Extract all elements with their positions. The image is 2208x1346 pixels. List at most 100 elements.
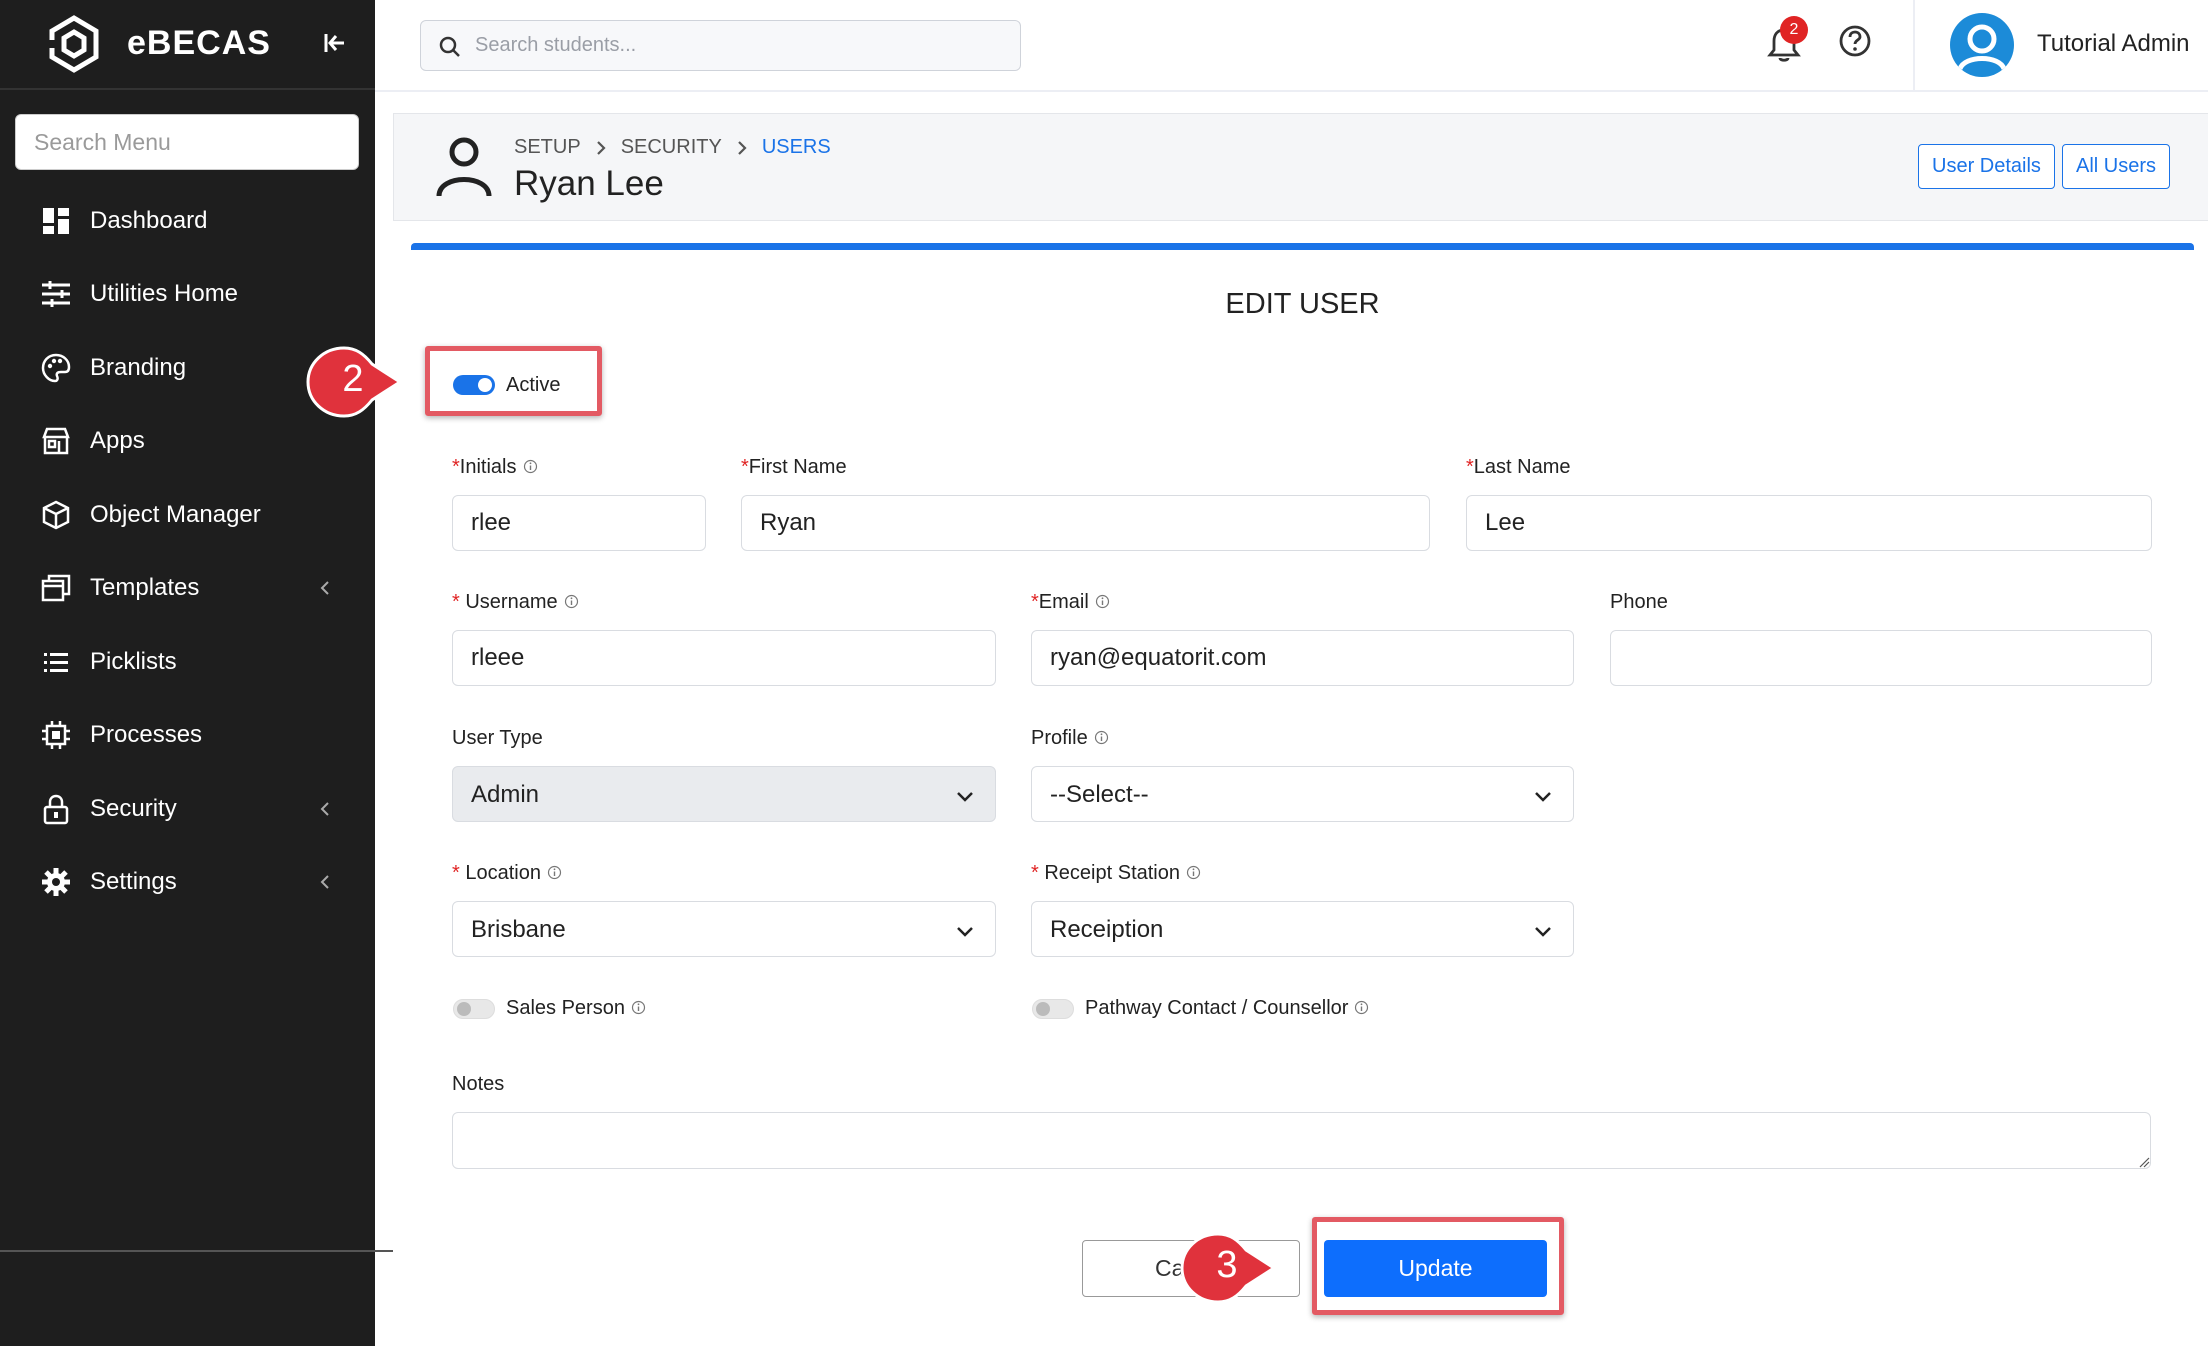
sidebar-item-label: Utilities Home <box>90 280 239 308</box>
chevron-down-icon <box>1535 792 1551 802</box>
info-icon <box>547 865 562 880</box>
chip-icon <box>42 721 70 750</box>
breadcrumb-users[interactable]: USERS <box>762 136 831 159</box>
sidebar-item-dashboard[interactable]: Dashboard <box>0 184 375 258</box>
sidebar: eBECAS Dashboard Utilities Home Branding… <box>0 0 393 1346</box>
form-title: EDIT USER <box>1225 288 1380 320</box>
first-name-input[interactable] <box>741 495 1430 551</box>
email-label: *Email <box>1031 591 1110 614</box>
ebecas-logo-icon <box>48 15 99 73</box>
sidebar-item-utilities-home[interactable]: Utilities Home <box>0 258 375 332</box>
location-value: Brisbane <box>471 916 566 943</box>
page-title: Ryan Lee <box>514 164 664 203</box>
phone-input[interactable] <box>1610 630 2152 686</box>
info-icon <box>1186 865 1201 880</box>
sidebar-item-label: Security <box>90 794 177 822</box>
sidebar-item-processes[interactable]: Processes <box>0 699 375 773</box>
page-header: SETUP SECURITY USERS Ryan Lee User Detai… <box>393 113 2208 221</box>
user-type-select[interactable]: Admin <box>452 766 996 822</box>
username-input[interactable] <box>452 630 996 686</box>
active-highlight-box <box>425 346 602 416</box>
initials-label: *Initials <box>452 456 538 479</box>
chevron-left-icon <box>320 875 329 889</box>
sliders-icon <box>42 281 70 308</box>
sidebar-menu: Dashboard Utilities Home Branding Apps O… <box>0 184 375 919</box>
info-icon <box>564 594 578 609</box>
pathway-contact-toggle[interactable] <box>1032 999 1074 1019</box>
sidebar-item-label: Settings <box>90 868 177 896</box>
step-number-3: 3 <box>1216 1244 1238 1286</box>
collapse-sidebar-icon[interactable] <box>318 26 352 60</box>
chevron-down-icon <box>957 927 973 937</box>
user-details-button[interactable]: User Details <box>1918 144 2055 189</box>
topbar-divider <box>1913 0 1915 92</box>
student-search[interactable] <box>420 20 1021 71</box>
sales-person-toggle[interactable] <box>453 999 495 1019</box>
info-icon <box>523 459 537 474</box>
chevron-down-icon <box>957 792 973 802</box>
user-avatar-icon <box>1957 24 2007 71</box>
sidebar-item-label: Object Manager <box>90 500 261 528</box>
current-user-name[interactable]: Tutorial Admin <box>2037 30 2190 58</box>
phone-label: Phone <box>1610 591 1668 613</box>
gear-icon <box>42 868 70 897</box>
top-bar: 2 Tutorial Admin <box>375 0 2208 92</box>
windows-icon <box>41 575 71 602</box>
brand-bar: eBECAS <box>0 0 375 90</box>
info-icon <box>1095 594 1109 609</box>
chevron-left-icon <box>320 802 329 816</box>
last-name-label: *Last Name <box>1466 456 1571 478</box>
user-icon <box>436 137 492 197</box>
chevron-down-icon <box>1535 927 1551 937</box>
avatar[interactable] <box>1950 13 2014 77</box>
palette-icon <box>41 353 71 383</box>
info-icon <box>631 1000 646 1015</box>
sidebar-item-settings[interactable]: Settings <box>0 846 375 920</box>
first-name-label: *First Name <box>741 456 847 478</box>
info-icon <box>1355 1000 1369 1015</box>
chevron-left-icon <box>320 581 329 595</box>
notes-textarea[interactable] <box>452 1112 2151 1169</box>
all-users-button[interactable]: All Users <box>2062 144 2171 189</box>
receipt-station-value: Receiption <box>1050 916 1164 943</box>
sidebar-item-label: Branding <box>90 353 187 381</box>
last-name-input[interactable] <box>1466 495 2152 551</box>
breadcrumb-security[interactable]: SECURITY <box>621 136 722 159</box>
sidebar-divider <box>0 1250 393 1252</box>
sidebar-item-picklists[interactable]: Picklists <box>0 625 375 699</box>
username-label: * Username <box>452 591 579 614</box>
brand-name: eBECAS <box>127 24 271 62</box>
search-icon <box>439 36 460 57</box>
help-icon[interactable] <box>1838 24 1872 58</box>
breadcrumb-setup[interactable]: SETUP <box>514 136 581 159</box>
notification-badge: 2 <box>1780 16 1808 44</box>
profile-select[interactable]: --Select-- <box>1031 766 1574 822</box>
breadcrumb: SETUP SECURITY USERS <box>514 136 831 159</box>
student-search-input[interactable] <box>475 21 1005 70</box>
email-input[interactable] <box>1031 630 1574 686</box>
initials-input[interactable] <box>452 495 706 551</box>
form-card-accent <box>411 243 2194 250</box>
sidebar-item-security[interactable]: Security <box>0 772 375 846</box>
chevron-right-icon <box>596 140 606 155</box>
location-select[interactable]: Brisbane <box>452 901 996 957</box>
step-number-2: 2 <box>342 358 364 400</box>
pathway-contact-label: Pathway Contact / Counsellor <box>1085 997 1369 1020</box>
sidebar-item-object-manager[interactable]: Object Manager <box>0 478 375 552</box>
receipt-station-label: * Receipt Station <box>1031 862 1201 885</box>
cube-icon <box>42 500 70 530</box>
sidebar-item-label: Picklists <box>90 647 177 675</box>
sidebar-item-label: Dashboard <box>90 206 208 234</box>
user-type-value: Admin <box>471 781 540 808</box>
sidebar-item-label: Processes <box>90 721 203 749</box>
sidebar-item-templates[interactable]: Templates <box>0 552 375 626</box>
profile-label: Profile <box>1031 727 1109 750</box>
menu-search-input[interactable] <box>15 114 359 170</box>
chevron-right-icon <box>738 140 747 155</box>
sales-person-label: Sales Person <box>506 997 646 1020</box>
store-icon <box>42 428 70 455</box>
resize-handle-icon[interactable] <box>2138 1156 2150 1168</box>
receipt-station-select[interactable]: Receiption <box>1031 901 1574 957</box>
sidebar-item-label: Templates <box>90 574 200 602</box>
user-type-label: User Type <box>452 727 543 749</box>
